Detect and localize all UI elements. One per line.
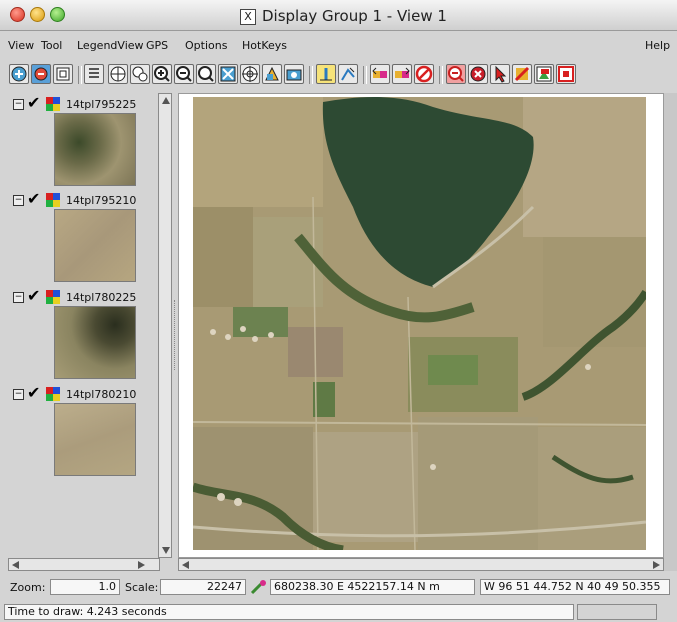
close-window-button[interactable]: [10, 7, 25, 22]
legend-icon[interactable]: [84, 64, 104, 84]
photo-icon[interactable]: [284, 64, 304, 84]
zoom-rect-icon[interactable]: [174, 64, 194, 84]
zoom-in-icon[interactable]: [130, 64, 150, 84]
raster-layer-icon: [46, 193, 60, 207]
zoom-field[interactable]: 1.0: [50, 579, 120, 595]
draw-time-text: Time to draw: 4.243 seconds: [4, 604, 574, 620]
query-icon[interactable]: [534, 64, 554, 84]
clear-icon[interactable]: [414, 64, 434, 84]
layer-thumbnail: [54, 403, 136, 476]
toolbar-separator: [78, 66, 82, 84]
layer-row[interactable]: − ✔ 14tpl795210: [8, 189, 158, 209]
raster-layer-icon: [46, 290, 60, 304]
fit-icon[interactable]: [53, 64, 73, 84]
legend-horizontal-scrollbar[interactable]: [8, 558, 160, 571]
zoom-label: Zoom:: [10, 581, 46, 594]
toolbar-separator: [439, 66, 443, 84]
layer-name: 14tpl780210: [66, 388, 137, 401]
menu-help[interactable]: Help: [645, 39, 670, 52]
measure-icon[interactable]: [316, 64, 336, 84]
scroll-left-icon[interactable]: [182, 561, 189, 569]
status-progress-field: [577, 604, 657, 620]
aerial-map-canvas[interactable]: [193, 97, 646, 550]
scroll-right-icon[interactable]: [653, 561, 660, 569]
refresh-icon[interactable]: [196, 64, 216, 84]
map-vertical-scrollbar[interactable]: [664, 93, 677, 571]
layer-row[interactable]: − ✔ 14tpl780210: [8, 383, 158, 403]
select-icon[interactable]: [490, 64, 510, 84]
layer-row[interactable]: − ✔ 14tpl795225: [8, 93, 158, 113]
scroll-left-icon[interactable]: [12, 561, 19, 569]
move-icon[interactable]: [108, 64, 128, 84]
forward-icon[interactable]: [392, 64, 412, 84]
menu-tool[interactable]: Tool: [41, 39, 62, 52]
layer-name: 14tpl780225: [66, 291, 137, 304]
map-horizontal-scrollbar[interactable]: [178, 558, 664, 571]
menu-bar: View Tool LegendView GPS Options HotKeys…: [0, 31, 677, 59]
stop-icon[interactable]: [468, 64, 488, 84]
visibility-checkbox[interactable]: ✔: [27, 93, 40, 112]
collapse-icon[interactable]: −: [13, 389, 24, 400]
raster-layer-icon: [46, 387, 60, 401]
menu-options[interactable]: Options: [185, 39, 227, 52]
pan-icon[interactable]: [9, 64, 29, 84]
menu-view[interactable]: View: [8, 39, 34, 52]
zoom-layer-icon[interactable]: [446, 64, 466, 84]
collapse-icon[interactable]: −: [13, 292, 24, 303]
layer-thumbnail: [54, 113, 136, 186]
scroll-down-icon[interactable]: [162, 547, 170, 554]
toolbar-separator: [309, 66, 313, 84]
profile-icon[interactable]: [338, 64, 358, 84]
zoom-window-button[interactable]: [50, 7, 65, 22]
minimize-window-button[interactable]: [30, 7, 45, 22]
scroll-up-icon[interactable]: [162, 97, 170, 104]
gps-pin-icon[interactable]: [250, 579, 268, 595]
visibility-checkbox[interactable]: ✔: [27, 189, 40, 208]
collapse-icon[interactable]: −: [13, 99, 24, 110]
draw-time-bar: Time to draw: 4.243 seconds: [0, 602, 677, 622]
box-icon[interactable]: [556, 64, 576, 84]
layer-name: 14tpl795210: [66, 194, 137, 207]
menu-gps[interactable]: GPS: [146, 39, 168, 52]
layer-thumbnail: [54, 306, 136, 379]
target-icon[interactable]: [218, 64, 238, 84]
menu-legendview[interactable]: LegendView: [77, 39, 144, 52]
layer-thumbnail: [54, 209, 136, 282]
camera-icon[interactable]: [262, 64, 282, 84]
x11-icon: X: [240, 9, 256, 25]
legend-vertical-scrollbar[interactable]: [158, 93, 172, 558]
visibility-checkbox[interactable]: ✔: [27, 286, 40, 305]
menu-hotkeys[interactable]: HotKeys: [242, 39, 287, 52]
toolbar-separator: [363, 66, 367, 84]
visibility-checkbox[interactable]: ✔: [27, 383, 40, 402]
window-title-text: Display Group 1 - View 1: [262, 7, 447, 25]
window-title: X Display Group 1 - View 1: [240, 7, 447, 25]
scale-label: Scale:: [125, 581, 159, 594]
status-bar: Zoom: 1.0 Scale: 22247 680238.30 E 45221…: [0, 574, 677, 600]
scroll-right-icon[interactable]: [138, 561, 145, 569]
title-bar: X Display Group 1 - View 1: [0, 0, 677, 31]
utm-coordinate-field: 680238.30 E 4522157.14 N m: [270, 579, 475, 595]
zoom-out-icon[interactable]: [152, 64, 172, 84]
legend-panel: − ✔ 14tpl795225 − ✔ 14tpl795210 − ✔ 14tp…: [8, 93, 160, 558]
map-view-frame: [178, 93, 664, 558]
raster-layer-icon: [46, 97, 60, 111]
overview-icon[interactable]: [240, 64, 260, 84]
scale-field[interactable]: 22247: [160, 579, 246, 595]
latlon-coordinate-field: W 96 51 44.752 N 40 49 50.355: [480, 579, 670, 595]
back-icon[interactable]: [370, 64, 390, 84]
layer-name: 14tpl795225: [66, 98, 137, 111]
toolbar: [0, 62, 677, 90]
edit-icon[interactable]: [512, 64, 532, 84]
collapse-icon[interactable]: −: [13, 195, 24, 206]
layer-row[interactable]: − ✔ 14tpl780225: [8, 286, 158, 306]
zoom-icon[interactable]: [31, 64, 51, 84]
